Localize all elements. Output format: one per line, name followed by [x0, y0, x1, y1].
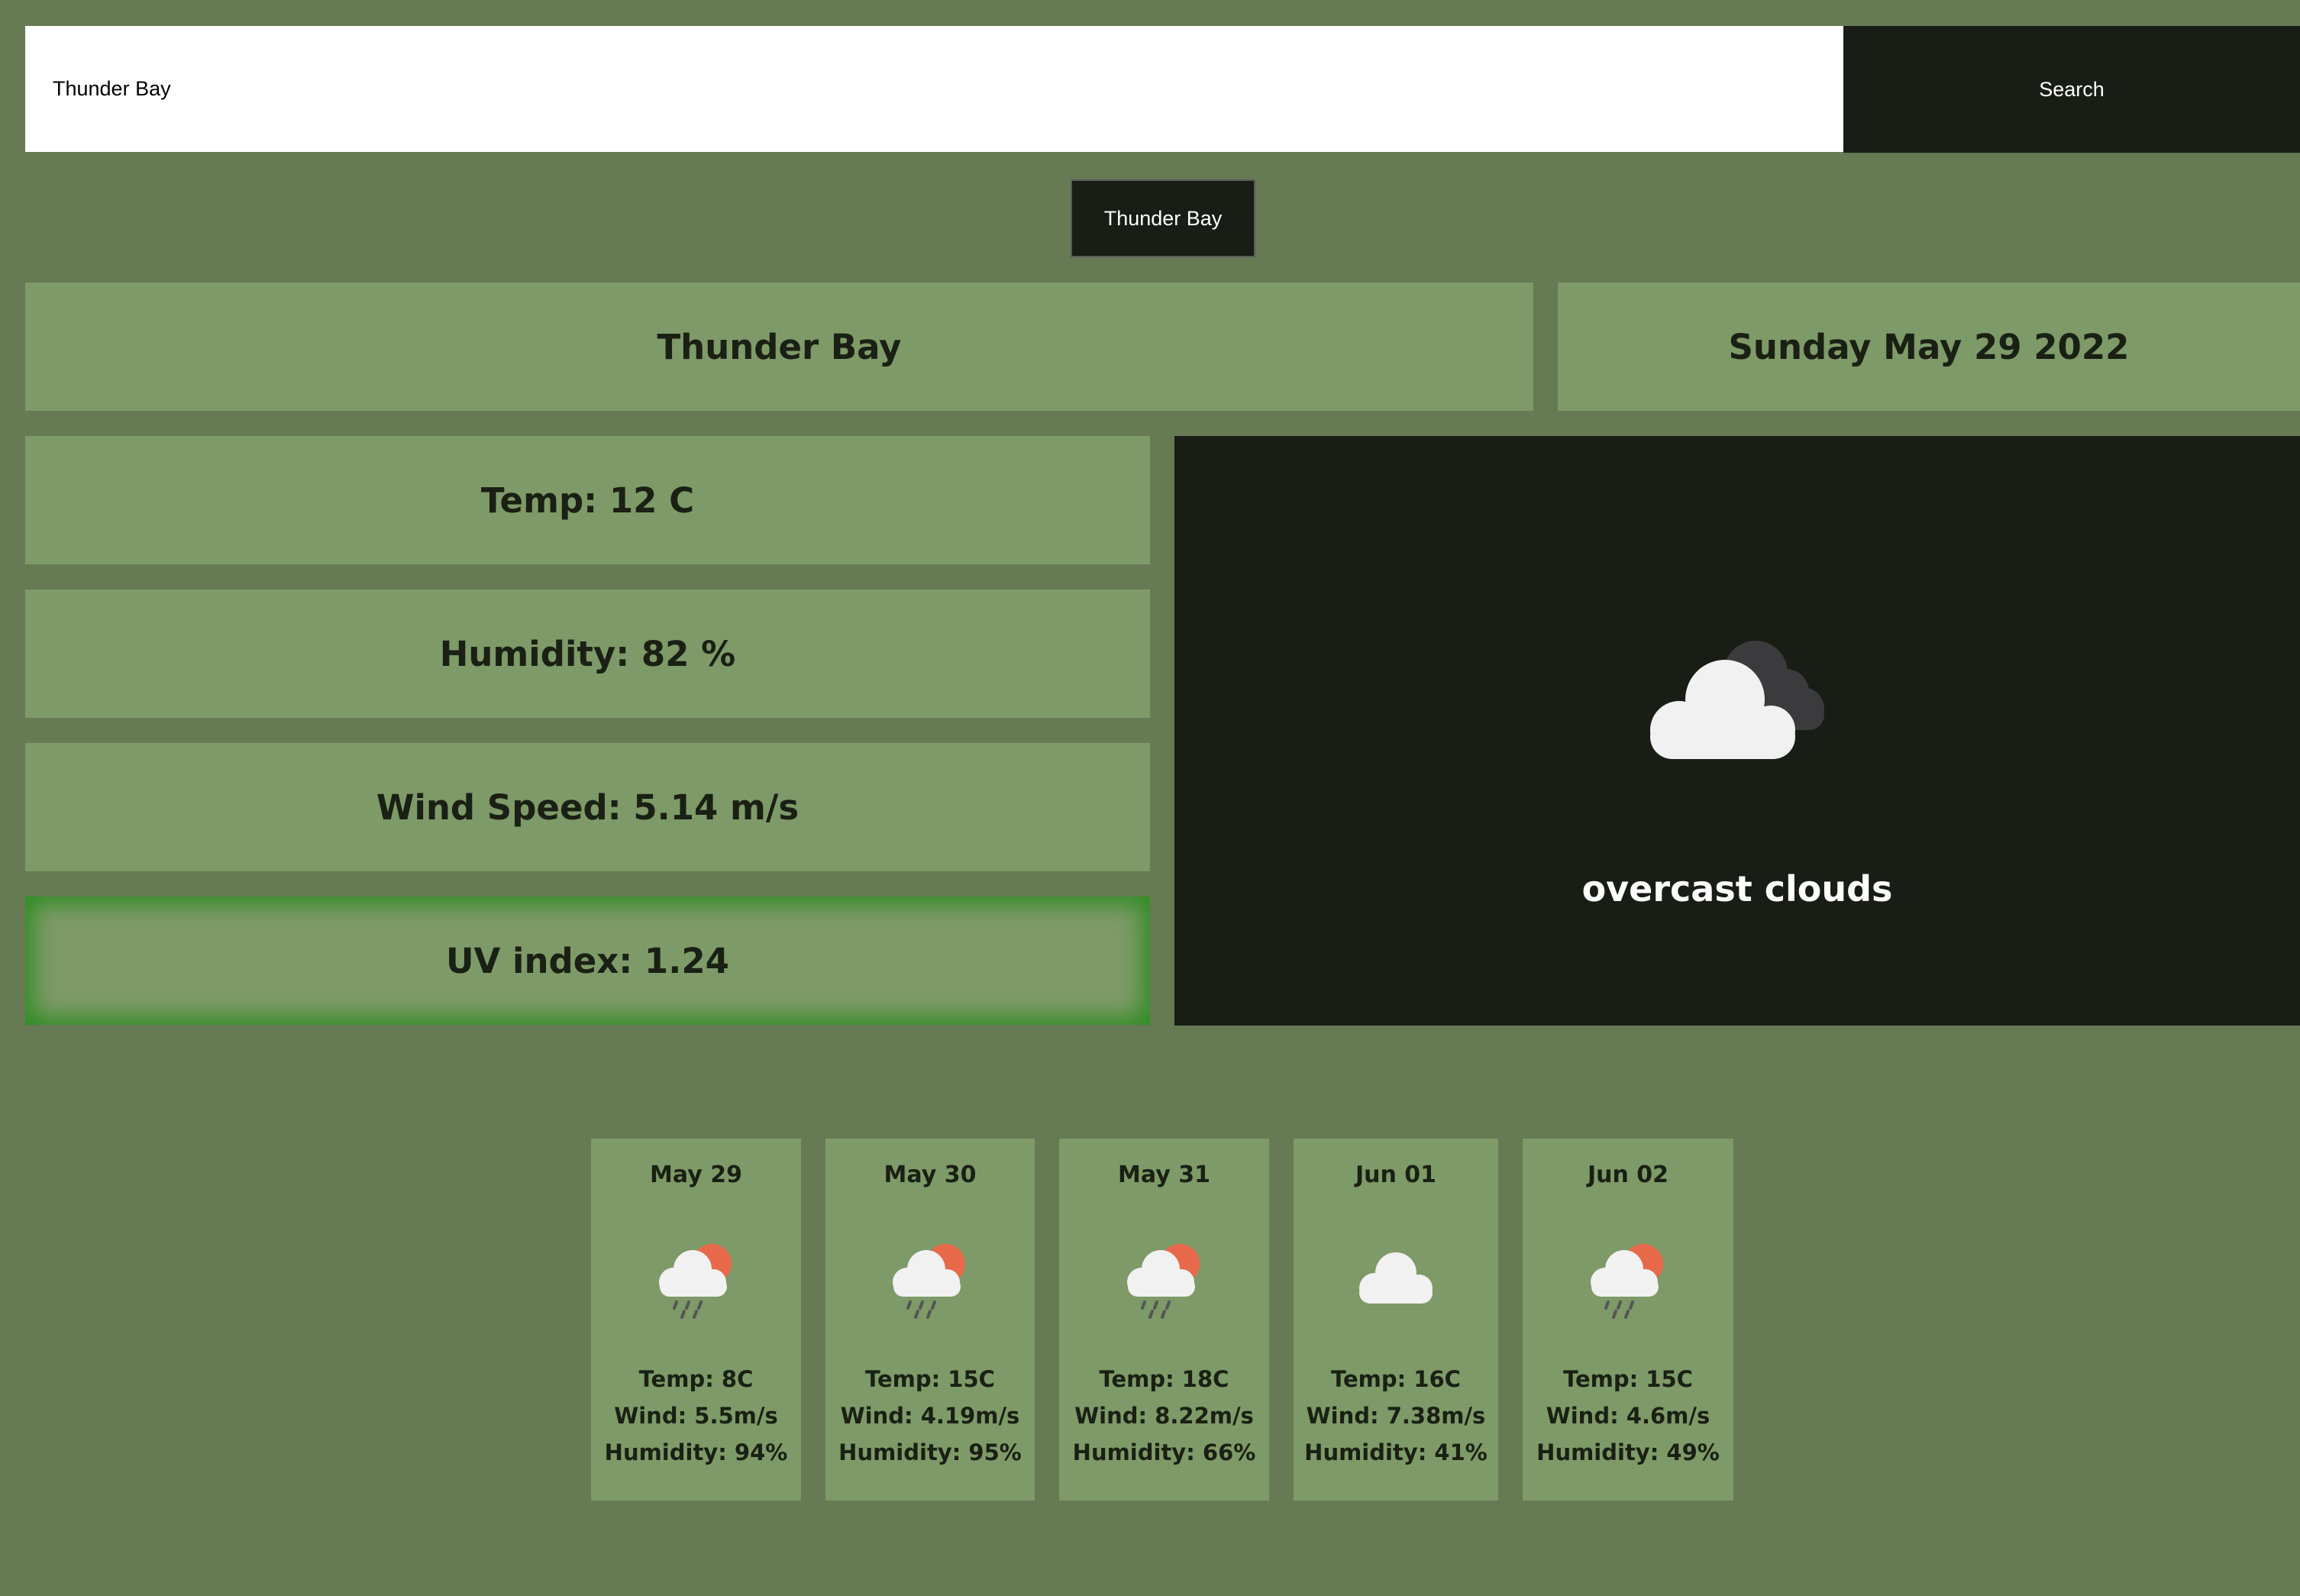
forecast-card: May 29 Temp: 8C Wind: 5.5m/s Humidity: 9…	[591, 1139, 801, 1501]
forecast-card: May 30 Temp: 15C Wind: 4.19m/s Humidity:…	[825, 1139, 1035, 1501]
humidity-panel: Humidity: 82 %	[25, 590, 1150, 718]
forecast-temp: Temp: 18C	[1099, 1366, 1229, 1392]
sun-cloud-rain-icon	[893, 1244, 965, 1319]
cloud-icon	[1359, 1252, 1433, 1304]
forecast-wind: Wind: 5.5m/s	[614, 1403, 778, 1429]
forecast-temp: Temp: 15C	[1563, 1366, 1693, 1392]
forecast-date: Jun 01	[1355, 1161, 1437, 1188]
uv-index-panel: UV index: 1.24	[25, 897, 1150, 1025]
forecast-wind: Wind: 8.22m/s	[1074, 1403, 1254, 1429]
history-button-thunder-bay[interactable]: Thunder Bay	[1071, 179, 1255, 257]
wind-panel: Wind Speed: 5.14 m/s	[25, 743, 1150, 871]
sun-cloud-rain-icon	[1126, 1244, 1200, 1319]
forecast-humidity: Humidity: 41%	[1304, 1439, 1488, 1465]
sun-cloud-rain-icon	[1591, 1244, 1663, 1319]
forecast-humidity: Humidity: 95%	[838, 1439, 1022, 1465]
search-input[interactable]	[25, 26, 1843, 152]
forecast-humidity: Humidity: 94%	[604, 1439, 788, 1465]
forecast-wind: Wind: 4.6m/s	[1546, 1403, 1710, 1429]
forecast-card: Jun 01 Temp: 16C Wind: 7.38m/s Humidity:…	[1294, 1139, 1498, 1501]
forecast-date: Jun 02	[1587, 1161, 1669, 1188]
forecast-card: May 31 Temp: 18C Wind: 8.22m/s Humidity:…	[1059, 1139, 1269, 1501]
forecast-date: May 30	[883, 1161, 977, 1188]
forecast-humidity: Humidity: 49%	[1536, 1439, 1720, 1465]
forecast-wind: Wind: 4.19m/s	[840, 1403, 1020, 1429]
forecast-date: May 31	[1118, 1161, 1210, 1188]
city-name: Thunder Bay	[25, 283, 1533, 411]
search-button[interactable]: Search	[1843, 26, 2300, 153]
forecast-humidity: Humidity: 66%	[1072, 1439, 1256, 1465]
forecast-temp: Temp: 8C	[638, 1366, 754, 1392]
forecast-date: May 29	[650, 1161, 742, 1188]
forecast-temp: Temp: 16C	[1331, 1366, 1461, 1392]
temp-panel: Temp: 12 C	[25, 436, 1150, 564]
weather-description: overcast clouds	[1581, 868, 1893, 909]
forecast-wind: Wind: 7.38m/s	[1306, 1403, 1486, 1429]
overcast-clouds-icon	[1650, 641, 1824, 759]
forecast-temp: Temp: 15C	[865, 1366, 995, 1392]
current-date: Sunday May 29 2022	[1558, 283, 2300, 411]
forecast-card: Jun 02 Temp: 15C Wind: 4.6m/s Humidity: …	[1523, 1139, 1733, 1501]
sun-cloud-rain-icon	[658, 1244, 732, 1319]
weather-panel: overcast clouds	[1174, 436, 2300, 1026]
